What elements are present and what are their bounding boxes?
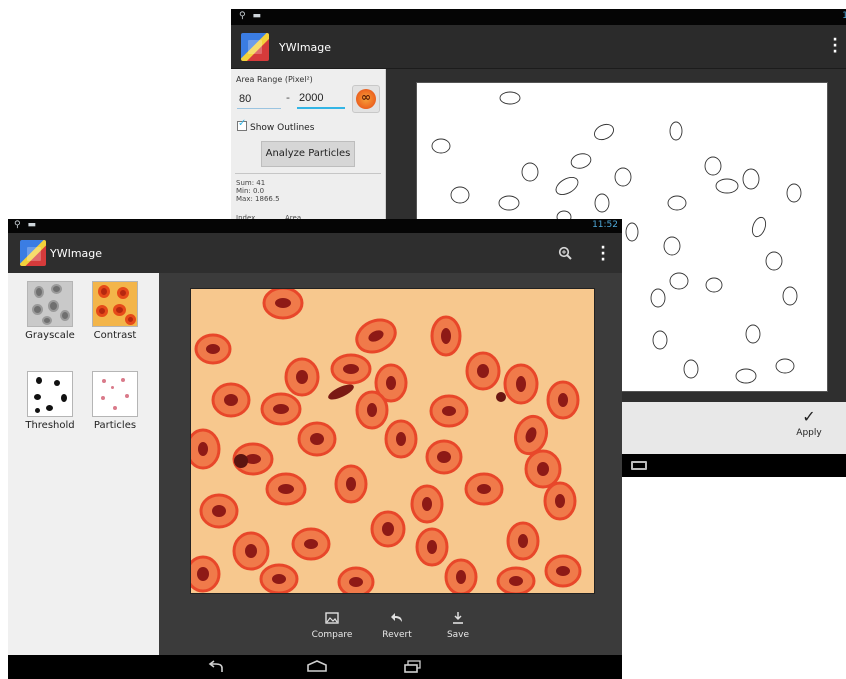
analyze-particles-button[interactable]: Analyze Particles [261,141,355,167]
image-canvas-area [159,273,622,598]
apply-check-icon: ✓ [802,407,816,426]
particles-thumbnail [92,371,138,417]
status-bar: ⚲ ▬ 11:52 [8,219,622,233]
compare-icon [325,612,339,624]
status-bar: ⚲ ▬ 1 [231,9,846,25]
tool-contrast[interactable]: Contrast [85,281,145,341]
image-editor-screen: ⚲ ▬ 11:52 YWImage · · · Grayscale Contra… [8,219,622,679]
action-bar: YWImage · · · [231,25,846,69]
tool-label: Grayscale [25,330,75,341]
tools-panel: Grayscale Contrast Threshold Particles [8,273,159,655]
bottom-toolbar: Compare Revert Save [159,597,622,655]
contrast-thumbnail [92,281,138,327]
recents-nav-icon[interactable] [404,660,422,674]
stat-min: Min: 0.0 [236,187,265,195]
show-outlines-checkbox[interactable]: Show Outlines [237,118,315,133]
home-nav-icon[interactable] [306,659,328,673]
back-nav-icon[interactable] [207,660,225,674]
tool-label: Particles [93,420,137,431]
checkbox-icon [237,118,247,131]
overflow-menu-icon[interactable]: · · · [600,241,606,267]
show-outlines-label: Show Outlines [250,123,315,133]
grayscale-thumbnail [27,281,73,327]
tool-particles[interactable]: Particles [85,371,145,431]
save-button[interactable]: Save [438,611,478,640]
blood-cells [185,286,582,598]
compare-button[interactable]: Compare [308,611,356,640]
blood-cell-image[interactable] [185,286,595,598]
infinity-button[interactable]: ∞ [352,85,380,113]
tool-grayscale[interactable]: Grayscale [20,281,80,341]
overflow-menu-icon[interactable]: · · · [832,33,838,59]
save-label: Save [446,630,470,640]
stat-sum: Sum: 41 [236,179,266,187]
range-separator: - [286,91,290,104]
app-title: YWImage [279,41,332,54]
tool-label: Threshold [25,420,75,431]
app-title: YWImage [50,247,103,260]
infinity-glyph: ∞ [361,90,371,104]
divider [235,173,381,174]
tool-threshold[interactable]: Threshold [20,371,80,431]
action-bar: YWImage · · · [8,233,622,273]
range-min-input[interactable] [237,89,281,109]
apply-label: Apply [796,428,822,438]
revert-icon [391,613,402,622]
status-icons: ⚲ ▬ [239,11,263,21]
zoom-icon[interactable] [558,246,572,260]
apply-button[interactable]: ✓ Apply [784,406,834,450]
compare-label: Compare [311,630,353,640]
tool-label: Contrast [93,330,137,341]
status-icons: ⚲ ▬ [14,220,38,230]
recents-icon[interactable] [631,461,647,470]
revert-button[interactable]: Revert [377,611,417,640]
area-range-label: Area Range (Pixel²) [236,75,313,84]
status-time: 11:52 [592,220,618,230]
navigation-bar [8,655,622,679]
stat-max: Max: 1866.5 [236,195,280,203]
save-icon [453,612,463,624]
app-logo-icon [20,240,46,266]
range-max-input[interactable] [297,89,345,109]
threshold-thumbnail [27,371,73,417]
revert-label: Revert [382,630,412,640]
app-logo-icon [241,33,269,61]
status-time: 1 [842,11,846,21]
